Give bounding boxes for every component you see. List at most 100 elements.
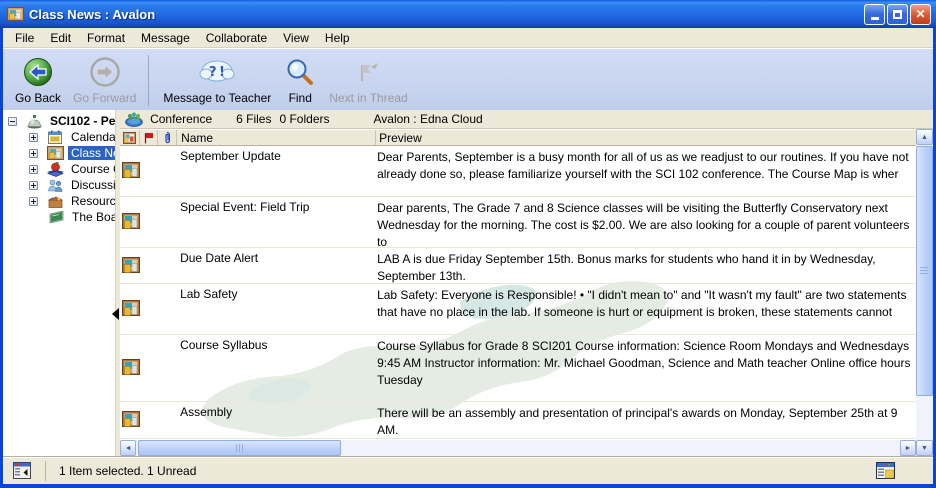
bulletin-board-icon: [7, 6, 24, 22]
row-icon-cell: [120, 402, 177, 438]
news-item-icon: [122, 300, 140, 318]
minimize-button[interactable]: [864, 4, 885, 25]
column-preview[interactable]: Preview: [376, 130, 916, 145]
vertical-scrollbar[interactable]: ▲ ▼: [916, 129, 933, 456]
folders-count: 0 Folders: [279, 112, 329, 126]
status-text: 1 Item selected. 1 Unread: [59, 464, 196, 478]
expand-box-icon[interactable]: [29, 197, 38, 206]
location-breadcrumb: Avalon : Edna Cloud: [374, 112, 483, 126]
tree-root-sci102[interactable]: SCI102 - Period 2: [3, 113, 115, 129]
page-title: Class News : Avalon: [29, 7, 864, 22]
horizontal-scroll-thumb[interactable]: [138, 440, 341, 456]
course-dome-icon: [26, 114, 43, 129]
table-row[interactable]: Lab Safety Lab Safety: Everyone is Respo…: [120, 284, 916, 335]
vertical-scroll-thumb[interactable]: [916, 146, 933, 396]
table-row[interactable]: Due Date Alert LAB A is due Friday Septe…: [120, 248, 916, 284]
column-name[interactable]: Name: [177, 130, 376, 145]
discussions-icon: [47, 178, 64, 193]
horizontal-scrollbar[interactable]: ◄ ►: [120, 440, 916, 456]
sidebar-item-the-board[interactable]: The Board: [3, 209, 115, 225]
news-item-icon: [122, 257, 140, 275]
svg-text:?: ?: [209, 65, 217, 80]
conference-icon: [124, 111, 144, 127]
find-label: Find: [289, 91, 312, 105]
menu-collaborate[interactable]: Collaborate: [198, 29, 275, 47]
expand-box-icon[interactable]: [29, 133, 38, 142]
sidebar-item-label: Resources: [68, 194, 115, 208]
folder-tree: SCI102 - Period 2 Calendar: [3, 110, 115, 456]
files-count: 6 Files: [236, 112, 271, 126]
next-in-thread-button[interactable]: Next in Thread: [323, 53, 414, 108]
scroll-left-button[interactable]: ◄: [120, 440, 136, 456]
toggle-panel-icon[interactable]: [13, 462, 33, 479]
collapse-pane-arrow-icon[interactable]: [112, 308, 119, 320]
row-preview: Dear parents, The Grade 7 and 8 Science …: [374, 197, 916, 247]
sidebar-item-label: Course Content: [68, 162, 115, 176]
table-row[interactable]: Course Syllabus Course Syllabus for Grad…: [120, 335, 916, 402]
svg-text:!: !: [219, 65, 225, 80]
table-row[interactable]: Special Event: Field Trip Dear parents, …: [120, 197, 916, 248]
tree-root-label: SCI102 - Period 2: [47, 114, 115, 128]
sidebar-item-resources[interactable]: Resources: [3, 193, 115, 209]
toolbar: Go Back Go Forward ?: [3, 48, 933, 110]
next-in-thread-icon: [353, 55, 383, 89]
menu-help[interactable]: Help: [317, 29, 358, 47]
collapse-box-icon[interactable]: [8, 117, 17, 126]
conference-type-label: Conference: [150, 112, 212, 126]
sidebar-item-class-news[interactable]: Class News: [3, 145, 115, 161]
row-preview: Course Syllabus for Grade 8 SCI201 Cours…: [374, 335, 916, 401]
row-icon-cell: [120, 284, 177, 334]
expand-box-icon[interactable]: [29, 181, 38, 190]
menu-message[interactable]: Message: [133, 29, 198, 47]
row-name: Course Syllabus: [177, 335, 374, 401]
view-layout-icon[interactable]: [876, 462, 895, 479]
column-header-row: Name Preview: [120, 129, 916, 146]
scroll-up-button[interactable]: ▲: [916, 129, 933, 145]
next-in-thread-label: Next in Thread: [329, 91, 408, 105]
news-item-icon: [122, 213, 140, 231]
column-attachment[interactable]: [158, 130, 177, 145]
message-to-teacher-button[interactable]: ? ! Message to Teacher: [157, 53, 277, 108]
the-board-icon: [48, 210, 65, 225]
sidebar-item-discussions[interactable]: Discussions: [3, 177, 115, 193]
message-to-teacher-icon: ? !: [197, 55, 237, 89]
paperclip-icon: [163, 131, 171, 144]
go-forward-label: Go Forward: [73, 91, 136, 105]
news-item-icon: [122, 411, 140, 429]
go-back-button[interactable]: Go Back: [9, 53, 67, 108]
find-button[interactable]: Find: [277, 53, 323, 108]
maximize-button[interactable]: [887, 4, 908, 25]
news-item-icon: [122, 359, 140, 377]
conference-info-bar: Conference 6 Files 0 Folders Avalon : Ed…: [120, 110, 933, 129]
menu-file[interactable]: File: [7, 29, 42, 47]
status-separator: [45, 461, 46, 481]
menu-view[interactable]: View: [275, 29, 317, 47]
title-bar[interactable]: Class News : Avalon ✕: [0, 0, 936, 28]
expand-box-icon[interactable]: [29, 149, 38, 158]
status-bar: 1 Item selected. 1 Unread: [3, 456, 933, 484]
class-news-icon: [47, 146, 64, 161]
row-icon-cell: [120, 146, 177, 196]
go-forward-button[interactable]: Go Forward: [67, 53, 142, 108]
row-icon-cell: [120, 335, 177, 401]
row-preview: Dear Parents, September is a busy month …: [374, 146, 916, 196]
message-to-teacher-label: Message to Teacher: [163, 91, 271, 105]
table-row[interactable]: Assembly There will be an assembly and p…: [120, 402, 916, 439]
column-item-type[interactable]: [120, 130, 140, 145]
expand-box-icon[interactable]: [29, 165, 38, 174]
menu-format[interactable]: Format: [79, 29, 133, 47]
go-back-label: Go Back: [15, 91, 61, 105]
sidebar-item-course-content[interactable]: Course Content: [3, 161, 115, 177]
calendar-icon: [47, 130, 64, 145]
scroll-down-button[interactable]: ▼: [916, 440, 933, 456]
row-name: September Update: [177, 146, 374, 196]
table-row[interactable]: September Update Dear Parents, September…: [120, 146, 916, 197]
menu-edit[interactable]: Edit: [42, 29, 79, 47]
scroll-right-button[interactable]: ►: [900, 440, 916, 456]
row-name: Assembly: [177, 402, 374, 438]
sidebar-item-calendar[interactable]: Calendar: [3, 129, 115, 145]
conference-panel: Conference 6 Files 0 Folders Avalon : Ed…: [120, 110, 933, 456]
sidebar-item-label: Discussions: [68, 178, 115, 192]
column-flag[interactable]: [140, 130, 158, 145]
close-button[interactable]: ✕: [910, 4, 931, 25]
